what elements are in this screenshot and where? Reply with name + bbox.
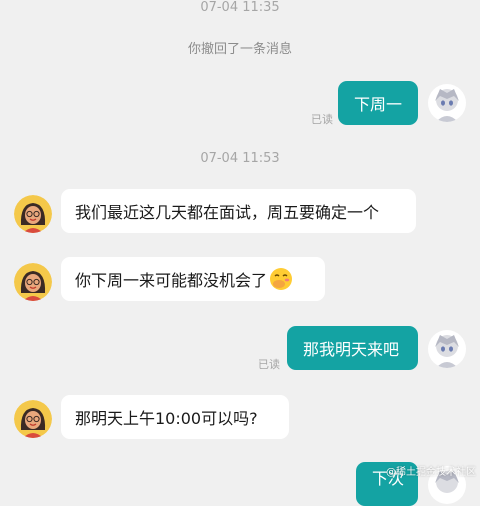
woman-with-glasses-avatar-icon[interactable] <box>14 263 52 301</box>
message-text: 你下周一来可能都没机会了 <box>75 271 268 290</box>
read-status: 已读 <box>258 358 280 371</box>
incoming-message-bubble[interactable]: 你下周一来可能都没机会了 <box>61 257 325 301</box>
watermark: @稀土掘金技术社区 <box>386 467 476 478</box>
face-with-hand-over-mouth-icon <box>270 268 293 290</box>
system-message: 你撤回了一条消息 <box>187 42 292 57</box>
anime-character-avatar-icon[interactable] <box>428 330 466 368</box>
incoming-message-bubble[interactable]: 那明天上午10:00可以吗? <box>61 395 289 439</box>
timestamp: 07-04 11:53 <box>200 151 280 166</box>
incoming-message-bubble[interactable]: 我们最近这几天都在面试，周五要确定一个 <box>61 189 416 233</box>
anime-character-avatar-icon[interactable] <box>428 84 466 122</box>
read-status: 已读 <box>311 113 333 126</box>
outgoing-message-bubble[interactable]: 下周一 <box>338 81 418 125</box>
timestamp: 07-04 11:35 <box>200 0 280 15</box>
woman-with-glasses-avatar-icon[interactable] <box>14 195 52 233</box>
outgoing-message-bubble[interactable]: 那我明天来吧 <box>287 326 418 370</box>
woman-with-glasses-avatar-icon[interactable] <box>14 400 52 438</box>
